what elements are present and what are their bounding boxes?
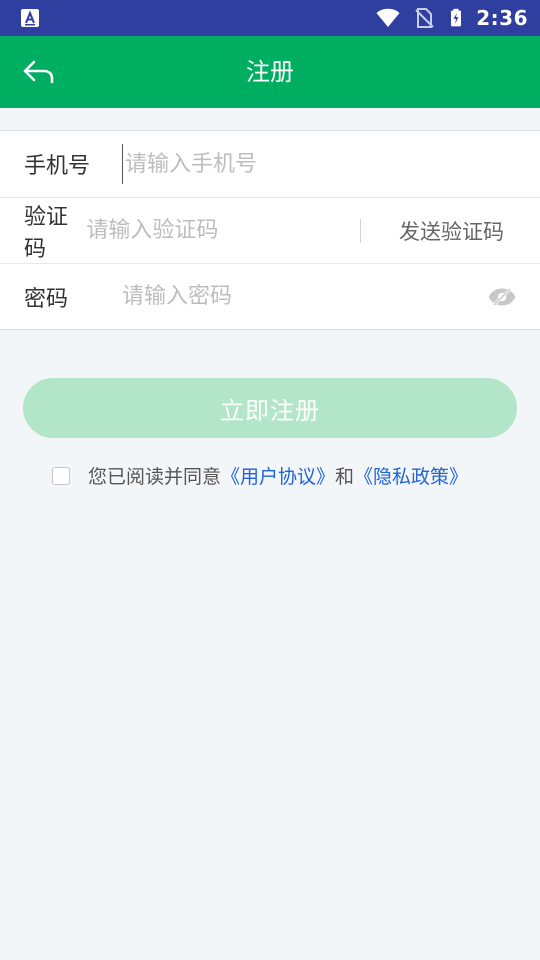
phone-label: 手机号: [24, 154, 91, 179]
app-bar: 注册: [0, 36, 540, 108]
code-divider: [360, 218, 361, 243]
password-visibility-toggle[interactable]: [486, 285, 518, 309]
page-title: 注册: [246, 58, 294, 86]
eye-hidden-icon: [488, 287, 516, 306]
status-left: [18, 6, 42, 30]
agreement-and: 和: [335, 466, 355, 488]
code-row: 验证码 发送验证码: [0, 197, 540, 263]
wifi-icon: [376, 8, 400, 28]
battery-charging-icon: [451, 8, 462, 27]
status-right: 2:36: [374, 6, 528, 30]
phone-input[interactable]: [122, 144, 540, 184]
register-button[interactable]: 立即注册: [23, 378, 517, 438]
privacy-policy-link[interactable]: 《隐私政策》: [354, 462, 468, 489]
agreement-checkbox[interactable]: [52, 466, 70, 485]
register-form: 手机号 验证码 发送验证码 密码: [0, 130, 540, 330]
password-label: 密码: [24, 286, 69, 312]
back-button[interactable]: [20, 54, 58, 92]
password-row: 密码: [0, 263, 540, 329]
phone-row: 手机号: [0, 131, 540, 197]
no-sim-icon: [415, 8, 434, 28]
agreement-text: 您已阅读并同意: [88, 466, 222, 488]
code-input[interactable]: [86, 210, 361, 251]
password-input[interactable]: [122, 276, 486, 317]
agreement: 您已阅读并同意 《用户协议》 和 《隐私政策》: [52, 462, 468, 489]
code-label: 验证码: [24, 204, 69, 262]
status-time: 2:36: [476, 6, 528, 30]
status-bar: 2:36: [0, 0, 540, 36]
back-arrow-icon: [23, 60, 54, 84]
send-code-button[interactable]: 发送验证码: [399, 216, 504, 246]
user-agreement-link[interactable]: 《用户协议》: [221, 462, 335, 489]
notification-a-icon: [21, 9, 39, 27]
